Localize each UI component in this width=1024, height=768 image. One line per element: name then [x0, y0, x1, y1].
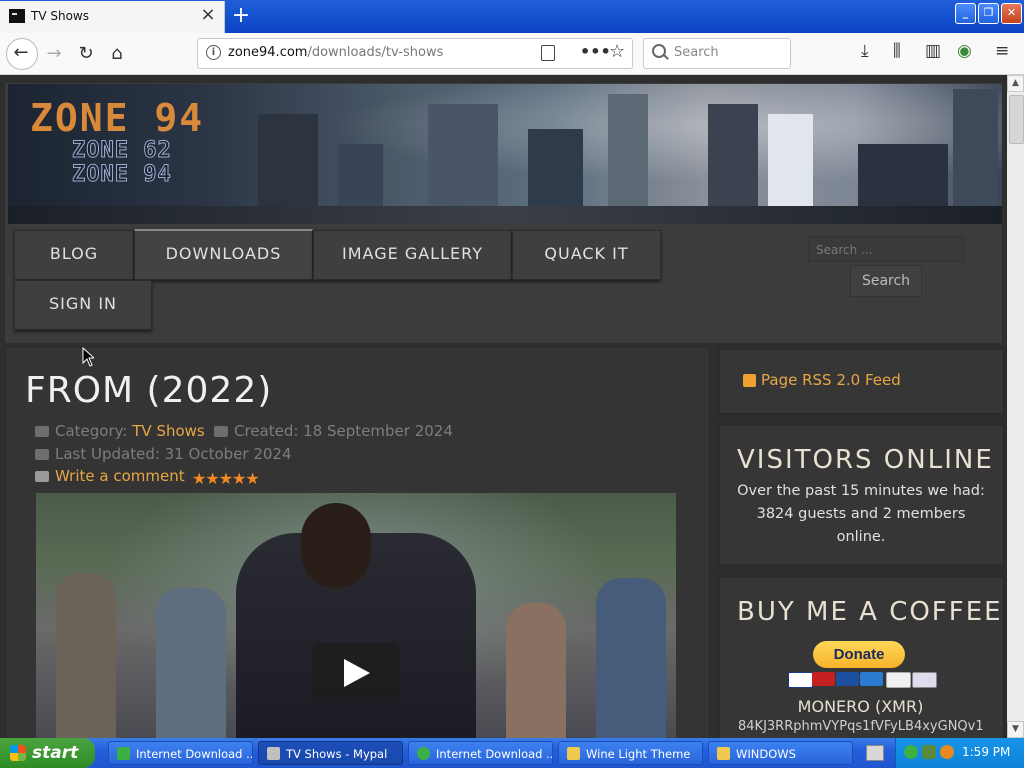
calendar-icon	[214, 426, 228, 437]
site-logo-sub: ZONE 62	[72, 138, 172, 164]
home-button[interactable]: ⌂	[103, 40, 131, 68]
reader-view-icon[interactable]	[541, 45, 555, 61]
tab-favicon-icon	[9, 9, 25, 23]
new-tab-button[interactable]: +	[231, 5, 251, 27]
nav-sign-in[interactable]: SIGN IN	[14, 280, 152, 330]
mastercard-icon	[812, 672, 835, 686]
article-updated: Last Updated: 31 October 2024	[35, 445, 292, 463]
donate-button[interactable]: Donate	[813, 641, 905, 668]
menu-icon[interactable]: ≡	[995, 41, 1009, 61]
scroll-down-icon[interactable]: ▼	[1007, 721, 1024, 738]
rss-feed-link[interactable]: Page RSS 2.0 Feed	[761, 371, 901, 389]
comment-icon	[35, 471, 49, 482]
folder-icon	[35, 426, 49, 437]
bank-card-icon	[912, 672, 937, 688]
site-search-input[interactable]: Search ...	[808, 236, 964, 262]
article-category: Category: TV Shows	[35, 422, 205, 440]
tab-close-icon[interactable]: ×	[198, 5, 218, 25]
nav-downloads[interactable]: DOWNLOADS	[134, 229, 313, 280]
taskbar-item[interactable]: WINDOWS	[708, 741, 853, 765]
rss-icon	[743, 374, 756, 387]
nav-image-gallery[interactable]: IMAGE GALLERY	[313, 230, 512, 280]
tray-app-icon[interactable]	[922, 745, 936, 759]
write-comment[interactable]: Write a comment	[35, 467, 185, 485]
keyboard-icon[interactable]	[866, 745, 884, 761]
forward-button[interactable]: →	[40, 40, 68, 68]
tray-globe-icon[interactable]	[904, 745, 918, 759]
tray-search-icon[interactable]	[940, 745, 954, 759]
search-icon	[652, 44, 666, 58]
page-actions-icon[interactable]: •••	[580, 42, 611, 61]
library-icon[interactable]: ⫼	[893, 41, 901, 61]
site-logo[interactable]: ZONE 94	[30, 96, 204, 140]
vertical-scrollbar[interactable]	[1007, 75, 1024, 738]
amex-icon	[860, 672, 883, 686]
site-search-button[interactable]: Search	[850, 265, 922, 297]
close-window-button[interactable]: ✕	[1001, 3, 1022, 24]
taskbar-item-active[interactable]: TV Shows - Mypal	[258, 741, 403, 765]
downloads-icon[interactable]: ⤓	[861, 41, 869, 61]
download-app-icon	[117, 747, 130, 760]
coffee-title: BUY ME A COFFEE	[737, 597, 1003, 627]
windows-logo-icon	[10, 745, 26, 761]
tab-title: TV Shows	[31, 9, 89, 23]
browser-search-placeholder: Search	[674, 45, 719, 60]
site-info-icon[interactable]: i	[206, 45, 221, 60]
maximize-button[interactable]: ❐	[978, 3, 999, 24]
nav-quack-it[interactable]: QUACK IT	[512, 230, 661, 280]
taskbar-item[interactable]: Internet Download ...	[108, 741, 253, 765]
article-created: Created: 18 September 2024	[214, 422, 453, 440]
video-play-button[interactable]	[312, 643, 400, 703]
discover-icon	[886, 672, 911, 688]
bookmark-star-icon[interactable]: ☆	[609, 41, 625, 62]
mouse-cursor-icon	[82, 347, 94, 367]
extension-globe-icon[interactable]: ◉	[957, 41, 972, 61]
url-text[interactable]: zone94.com/downloads/tv-shows	[228, 45, 443, 60]
download-app-icon	[417, 747, 430, 760]
folder-icon	[717, 747, 730, 760]
taskbar-item[interactable]: Wine Light Theme	[558, 741, 703, 765]
visa-card-icon	[788, 672, 813, 688]
taskbar-item[interactable]: Internet Download ...	[408, 741, 553, 765]
folder-icon	[567, 747, 580, 760]
maestro-icon	[836, 672, 859, 686]
calendar-icon	[35, 449, 49, 460]
reload-button[interactable]: ↻	[72, 40, 100, 68]
scroll-up-icon[interactable]: ▲	[1007, 75, 1024, 92]
sidebar-icon[interactable]: ▥	[925, 41, 941, 61]
category-link[interactable]: TV Shows	[132, 422, 204, 440]
taskbar-clock: 1:59 PM	[962, 745, 1011, 759]
mypal-icon	[267, 747, 280, 760]
monero-title: MONERO (XMR)	[797, 697, 924, 716]
start-button[interactable]: start	[0, 738, 95, 768]
site-logo-sub: ZONE 94	[72, 162, 172, 188]
scroll-thumb[interactable]	[1009, 95, 1024, 144]
rating-stars[interactable]: ★★★★★	[192, 469, 260, 488]
visitors-text: Over the past 15 minutes we had: 3824 gu…	[737, 483, 985, 545]
monero-address[interactable]: 84KJ3RRphmVYPqs1fVFyLB4xyGNQv1	[738, 719, 983, 734]
article-title: FROM (2022)	[25, 370, 273, 411]
minimize-button[interactable]: _	[955, 3, 976, 24]
visitors-title: VISITORS ONLINE	[737, 445, 994, 475]
nav-blog[interactable]: BLOG	[14, 230, 134, 280]
back-arrow-icon[interactable]: ←	[7, 39, 35, 67]
